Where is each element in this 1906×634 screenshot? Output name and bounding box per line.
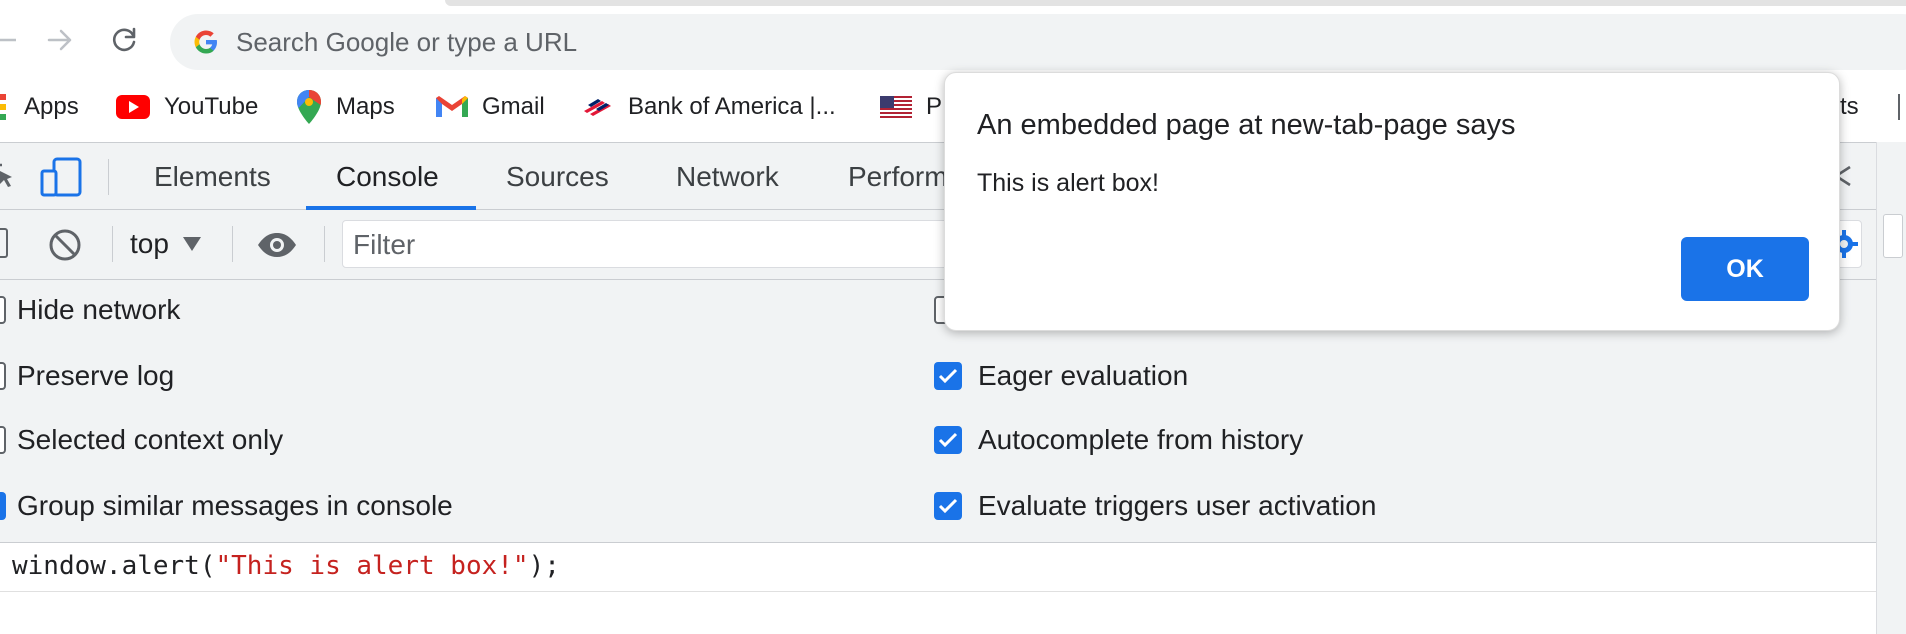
- autocomplete-history-label: Autocomplete from history: [978, 424, 1304, 455]
- checkmark-icon: [938, 432, 958, 448]
- selected-context-checkbox[interactable]: [0, 426, 6, 454]
- toolbar-divider: [108, 159, 109, 195]
- preserve-log-checkbox[interactable]: [0, 362, 6, 390]
- alert-message: This is alert box!: [977, 169, 1160, 197]
- dropdown-triangle-icon: [182, 237, 201, 251]
- console-code: window.alert("This is alert box!");: [12, 551, 560, 581]
- code-suffix: );: [528, 551, 560, 581]
- context-selector-label: top: [130, 228, 169, 259]
- hide-network-checkbox[interactable]: [0, 296, 6, 324]
- toolbar-divider: [324, 226, 325, 262]
- bookmark-youtube[interactable]: YouTube: [116, 90, 258, 124]
- maps-pin-icon: [296, 90, 322, 124]
- console-message-row[interactable]: window.alert("This is alert box!");: [0, 542, 1876, 592]
- context-selector[interactable]: top: [130, 224, 201, 264]
- checkmark-icon: [938, 498, 958, 514]
- reload-icon[interactable]: [106, 22, 142, 58]
- devtools-scrollbar[interactable]: [1876, 142, 1906, 634]
- omnibox-placeholder: Search Google or type a URL: [236, 27, 578, 57]
- google-g-icon: [192, 28, 220, 56]
- forward-arrow-icon[interactable]: [42, 22, 78, 58]
- toolbar-divider: [232, 226, 233, 262]
- alert-title: An embedded page at new-tab-page says: [977, 109, 1516, 141]
- preserve-log-label: Preserve log: [17, 360, 175, 391]
- omnibox[interactable]: Search Google or type a URL: [170, 14, 1906, 70]
- ok-button[interactable]: OK: [1681, 237, 1809, 301]
- evaluate-triggers-label: Evaluate triggers user activation: [978, 490, 1377, 521]
- device-toolbar-icon[interactable]: [40, 157, 82, 202]
- hide-network-label: Hide network: [17, 294, 181, 325]
- us-flag-icon: [880, 96, 912, 118]
- bookmark-label: Maps: [336, 93, 395, 120]
- eager-evaluation-checkbox[interactable]: [934, 362, 962, 390]
- tab-network[interactable]: Network: [676, 157, 779, 197]
- bank-of-america-icon: [582, 97, 614, 117]
- tab-elements[interactable]: Elements: [154, 157, 271, 197]
- checkmark-icon: [938, 368, 958, 384]
- browser-toolbar: Search Google or type a URL: [0, 6, 1906, 72]
- live-expression-eye-icon[interactable]: [256, 232, 298, 263]
- bookmark-folder-edge: [1898, 94, 1900, 120]
- youtube-icon: [116, 95, 150, 119]
- clear-console-icon[interactable]: [48, 228, 82, 267]
- gmail-icon: [436, 95, 468, 119]
- inspect-element-icon[interactable]: [0, 161, 16, 198]
- group-similar-checkbox[interactable]: [0, 492, 6, 520]
- eager-evaluation-label: Eager evaluation: [978, 360, 1189, 391]
- sidebar-toggle-icon[interactable]: [0, 228, 8, 258]
- bookmark-maps[interactable]: Maps: [296, 90, 395, 124]
- code-string: "This is alert box!": [215, 551, 529, 581]
- evaluate-triggers-checkbox[interactable]: [934, 492, 962, 520]
- back-arrow-icon[interactable]: [0, 22, 22, 58]
- scrollbar-thumb[interactable]: [1883, 214, 1903, 258]
- bookmark-label: YouTube: [164, 93, 259, 120]
- bookmark-label: Apps: [24, 93, 79, 120]
- bookmark-flag[interactable]: P: [880, 90, 942, 124]
- tab-performance[interactable]: Perform: [848, 157, 948, 197]
- tab-sources[interactable]: Sources: [506, 157, 609, 197]
- bookmark-bank-of-america[interactable]: Bank of America |...: [582, 90, 836, 124]
- filter-placeholder: Filter: [353, 229, 416, 260]
- bookmark-gmail[interactable]: Gmail: [436, 90, 545, 124]
- console-prompt-area[interactable]: [0, 592, 1876, 634]
- bookmark-label: Bank of America |...: [628, 93, 836, 120]
- bookmark-label: P: [926, 93, 943, 120]
- apps-grid-icon: [0, 93, 10, 121]
- tab-console[interactable]: Console: [336, 157, 439, 197]
- toolbar-divider: [112, 226, 113, 262]
- selected-context-label: Selected context only: [17, 424, 284, 455]
- alert-dialog: An embedded page at new-tab-page says Th…: [944, 72, 1840, 331]
- code-prefix: window.alert(: [12, 551, 216, 581]
- bookmark-label: Gmail: [482, 93, 545, 120]
- group-similar-label: Group similar messages in console: [17, 490, 453, 521]
- bookmark-apps[interactable]: Apps: [0, 90, 79, 124]
- autocomplete-history-checkbox[interactable]: [934, 426, 962, 454]
